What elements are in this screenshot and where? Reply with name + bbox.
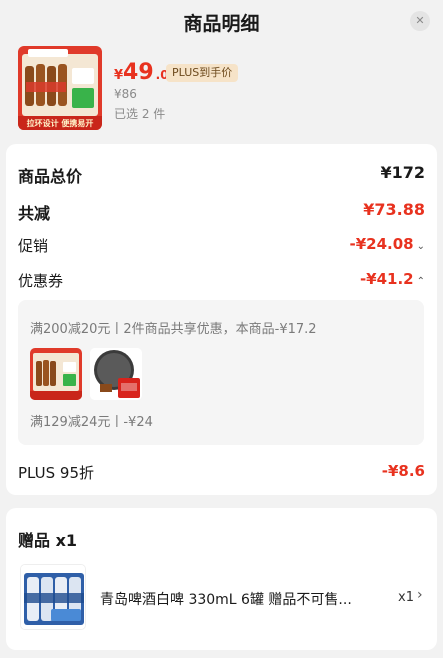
plus-discount-row: PLUS 95折 -¥8.6 [6,460,437,484]
gift-product-image[interactable] [20,564,86,630]
beer-cans-illustration [21,565,85,629]
total-price-label: 商品总价 [18,167,83,186]
beer-pack-illustration: 拉环设计 便携易开 [18,46,102,130]
gift-title: 赠品 x1 [18,531,78,550]
coupon-label: 优惠券 [18,272,64,290]
total-reduce-row: 共减 ¥73.88 [6,198,437,223]
selected-count: 已选 2 件 [114,107,166,121]
chevron-down-icon[interactable]: ⌄ [417,241,425,252]
plus-discount-value: -¥8.6 [381,462,425,480]
plus-discount-label: PLUS 95折 [18,464,95,482]
promo-value: -¥24.08 [349,235,414,253]
promo-value-wrap: -¥24.08 ⌄ [350,235,426,253]
product-image-banner: 拉环设计 便携易开 [27,118,94,128]
gift-card: 赠品 x1 青岛啤酒白啤 330mL 6罐 赠品不可售... x1 › [6,508,437,650]
close-icon[interactable]: ✕ [410,11,430,31]
price-breakdown-card: 商品总价 ¥172 共减 ¥73.88 促销 -¥24.08 ⌄ 优惠券 -¥41… [6,144,437,495]
promo-row[interactable]: 促销 -¥24.08 ⌄ [6,233,437,257]
page-title: 商品明细 [183,13,260,35]
total-price-value: ¥172 [380,163,425,182]
promo-label: 促销 [18,237,49,255]
price-integer: 49 [123,60,154,85]
coupon-detail-box: 满200减20元丨2件商品共享优惠，本商品-¥17.2 满129减24元丨-¥2… [18,300,424,445]
price-symbol: ¥ [114,68,124,83]
coupon-detail-2: 满129减24元丨-¥24 [30,415,153,430]
gift-name[interactable]: 青岛啤酒白啤 330mL 6罐 赠品不可售... [100,589,370,609]
coupon-product-thumb-beer [30,348,82,400]
coupon-row[interactable]: 优惠券 -¥41.2 ⌃ [6,268,437,292]
product-header: 商品明细 ✕ 拉环设计 便携易开 ¥ 49 .06 PLUS到手价 ¥86 已选… [0,0,443,140]
gift-qty: x1 [398,590,414,605]
total-price-row: 商品总价 ¥172 [6,161,437,186]
coupon-value: -¥41.2 [359,270,414,288]
chevron-up-icon[interactable]: ⌃ [417,276,425,287]
coupon-product-thumb-gift [90,348,142,400]
total-reduce-value: ¥73.88 [363,200,425,219]
total-reduce-label: 共减 [18,204,51,223]
original-price: ¥86 [114,87,137,101]
plus-price-tag: PLUS到手价 [166,64,239,82]
chevron-right-icon[interactable]: › [417,587,423,603]
coupon-detail-1: 满200减20元丨2件商品共享优惠，本商品-¥17.2 [30,322,317,337]
product-image[interactable]: 拉环设计 便携易开 [18,46,102,130]
coupon-value-wrap: -¥41.2 ⌃ [360,270,425,288]
seasoning-gift-icon [90,348,142,400]
beer-pack-mini-icon [30,348,82,400]
